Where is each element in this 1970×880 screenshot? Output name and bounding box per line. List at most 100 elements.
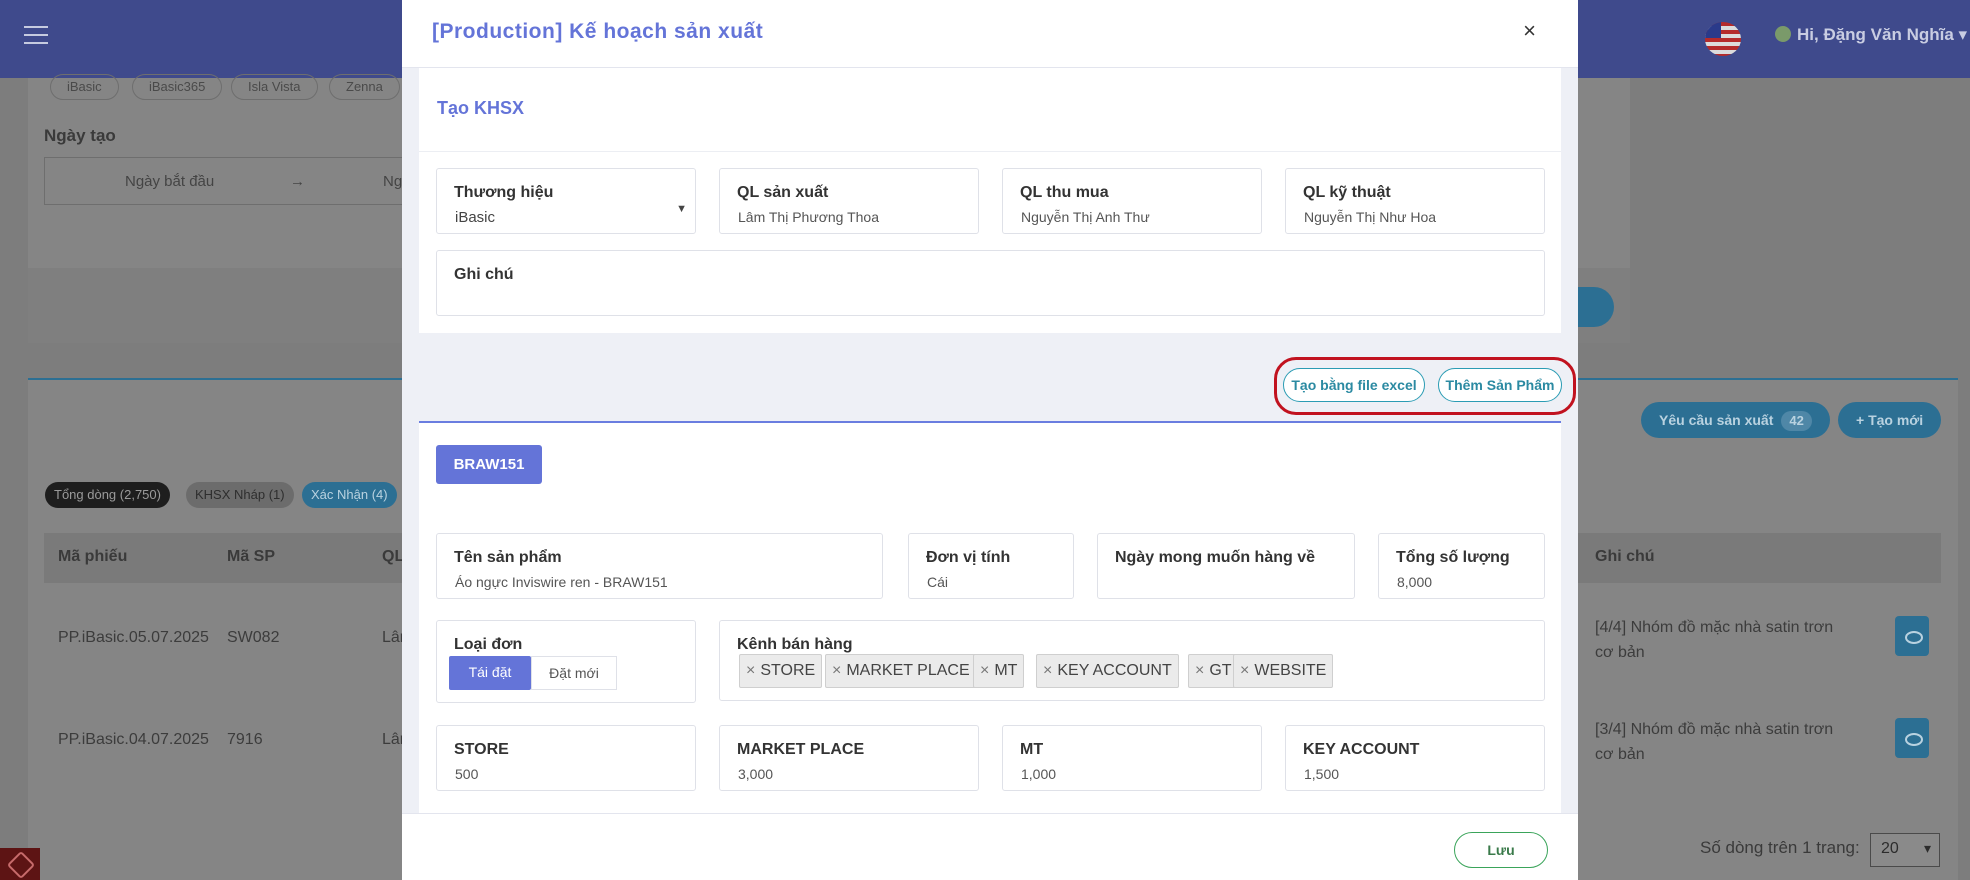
status-tab-confirmed[interactable]: Xác Nhận (4) — [302, 482, 397, 508]
date-filter-label: Ngày tạo — [44, 126, 116, 145]
quantity-mt-field[interactable]: MT 1,000 — [1002, 725, 1262, 791]
channel-tag-label: GT — [1209, 662, 1232, 679]
purchasing-manager-value: Nguyễn Thị Anh Thư — [1021, 209, 1150, 225]
total-quantity-label: Tổng số lượng — [1396, 549, 1510, 566]
cell-code[interactable]: PP.iBasic.04.07.2025 — [58, 731, 209, 749]
channel-tag-label: WEBSITE — [1254, 662, 1327, 679]
remove-tag-icon[interactable]: × — [744, 662, 755, 679]
caret-down-icon: ▼ — [676, 203, 687, 215]
production-request-label: Yêu cầu sản xuất — [1659, 412, 1774, 428]
request-count-badge: 42 — [1781, 411, 1812, 431]
channel-tag: × STORE — [739, 654, 823, 688]
section-title: Tạo KHSX — [437, 98, 525, 118]
eye-icon[interactable] — [1895, 616, 1929, 656]
brand-chip[interactable]: iBasic — [50, 74, 119, 100]
purchasing-manager-field[interactable]: QL thu mua Nguyễn Thị Anh Thư — [1002, 168, 1262, 234]
cell-sku: SW082 — [227, 629, 280, 646]
technical-manager-field[interactable]: QL kỹ thuật Nguyễn Thị Như Hoa — [1285, 168, 1545, 234]
quantity-store-label: STORE — [454, 741, 509, 758]
channel-tag: × KEY ACCOUNT — [1036, 654, 1179, 688]
production-manager-value: Lâm Thị Phương Thoa — [738, 209, 880, 225]
channel-tag: × MT — [973, 654, 1025, 688]
rows-per-page-label: Số dòng trên 1 trang: — [1700, 838, 1860, 857]
note-field[interactable]: Ghi chú — [436, 250, 1545, 316]
production-request-button[interactable]: Yêu cầu sản xuất 42 — [1641, 402, 1830, 438]
production-manager-label: QL sản xuất — [737, 184, 829, 201]
desired-date-label: Ngày mong muốn hàng về — [1115, 549, 1316, 566]
quantity-marketplace-label: MARKET PLACE — [737, 741, 865, 758]
product-name-field[interactable]: Tên sản phẩm Áo ngực Inviswire ren - BRA… — [436, 533, 883, 599]
cell-note: [3/4] Nhóm đồ mặc nhà satin trơn cơ bản — [1595, 721, 1834, 763]
unit-value: Cái — [927, 574, 949, 590]
user-greeting[interactable]: Hi, Đặng Văn Nghĩa ▾ — [1775, 25, 1967, 45]
menu-icon[interactable] — [24, 26, 48, 46]
arrow-right-icon: → — [290, 173, 305, 190]
col-header-sku: Mã SP — [227, 548, 276, 565]
brand-label: Thương hiệu — [454, 184, 554, 201]
production-manager-field[interactable]: QL sản xuất Lâm Thị Phương Thoa — [719, 168, 979, 234]
quantity-key-account-field[interactable]: KEY ACCOUNT 1,500 — [1285, 725, 1545, 791]
brand-chip[interactable]: Zenna — [329, 74, 400, 100]
desired-date-field[interactable]: Ngày mong muốn hàng về — [1097, 533, 1355, 599]
quantity-mt-value: 1,000 — [1021, 766, 1057, 782]
product-name-label: Tên sản phẩm — [454, 549, 562, 566]
channel-tag: × MARKET PLACE — [825, 654, 977, 688]
brand-chip[interactable]: Isla Vista — [231, 74, 318, 100]
brand-select[interactable]: Thương hiệu iBasic ▼ — [436, 168, 696, 234]
date-end-placeholder: Ng — [383, 173, 403, 190]
order-type-reorder-option[interactable]: Tái đặt — [449, 656, 531, 690]
order-type-field: Loại đơn Tái đặt Đặt mới — [436, 620, 696, 703]
purchasing-manager-label: QL thu mua — [1020, 184, 1109, 201]
product-card: BRAW151 Tên sản phẩm Áo ngực Inviswire r… — [419, 421, 1561, 821]
modal-title: [Production] Kế hoạch sản xuất — [432, 20, 764, 43]
quantity-mt-label: MT — [1020, 741, 1044, 758]
remove-tag-icon[interactable]: × — [830, 662, 841, 679]
col-header-note: Ghi chú — [1595, 548, 1655, 565]
channel-tag-label: KEY ACCOUNT — [1057, 662, 1172, 679]
brand-value: iBasic — [455, 209, 496, 226]
cell-code[interactable]: PP.iBasic.05.07.2025 — [58, 629, 209, 647]
quantity-store-field[interactable]: STORE 500 — [436, 725, 696, 791]
status-tab-total[interactable]: Tổng dòng (2,750) — [45, 482, 170, 508]
save-button[interactable]: Lưu — [1454, 832, 1548, 868]
total-quantity-field[interactable]: Tổng số lượng 8,000 — [1378, 533, 1545, 599]
order-type-new-option[interactable]: Đặt mới — [531, 656, 617, 690]
sales-channel-label: Kênh bán hàng — [737, 636, 853, 653]
close-icon[interactable]: × — [1523, 18, 1536, 44]
technical-manager-label: QL kỹ thuật — [1303, 184, 1391, 201]
remove-tag-icon[interactable]: × — [1193, 662, 1204, 679]
rows-per-page-select[interactable]: 20 — [1870, 833, 1940, 867]
total-quantity-value: 8,000 — [1397, 574, 1433, 590]
create-plan-card: Tạo KHSX Thương hiệu iBasic ▼ QL sản xuấ… — [419, 68, 1561, 333]
col-header-manager: QL — [382, 548, 405, 565]
add-product-button[interactable]: Thêm Sản Phẩm — [1438, 368, 1562, 402]
channel-tag-label: MARKET PLACE — [846, 662, 970, 679]
product-code-badge: BRAW151 — [436, 445, 542, 484]
create-new-button[interactable]: + Tạo mới — [1838, 402, 1942, 438]
quantity-key-account-value: 1,500 — [1304, 766, 1340, 782]
sales-channel-field[interactable]: Kênh bán hàng × STORE × MARKET PLACE × MT ×… — [719, 620, 1545, 701]
technical-manager-value: Nguyễn Thị Như Hoa — [1304, 209, 1437, 225]
create-from-excel-button[interactable]: Tạo bằng file excel — [1283, 368, 1425, 402]
unit-field[interactable]: Đơn vị tính Cái — [908, 533, 1074, 599]
cell-sku: 7916 — [227, 731, 263, 748]
production-plan-modal: [Production] Kế hoạch sản xuất × Tạo KHS… — [402, 0, 1578, 880]
user-greeting-text: Hi, Đặng Văn Nghĩa — [1797, 25, 1954, 44]
us-flag-icon[interactable] — [1705, 22, 1741, 56]
remove-tag-icon[interactable]: × — [1238, 662, 1249, 679]
brand-chip[interactable]: iBasic365 — [132, 74, 223, 100]
remove-tag-icon[interactable]: × — [978, 662, 989, 679]
channel-tag: × GT — [1188, 654, 1239, 688]
order-type-label: Loại đơn — [454, 636, 523, 653]
eye-icon[interactable] — [1895, 718, 1929, 758]
divider — [419, 151, 1561, 152]
cell-note: [4/4] Nhóm đồ mặc nhà satin trơn cơ bản — [1595, 619, 1834, 661]
date-range-input[interactable]: Ngày bắt đầu → Ng — [44, 157, 404, 205]
unit-label: Đơn vị tính — [926, 549, 1011, 566]
channel-tag: × WEBSITE — [1233, 654, 1334, 688]
laravel-logo-icon[interactable] — [0, 848, 40, 880]
status-tab-draft[interactable]: KHSX Nháp (1) — [186, 482, 294, 508]
modal-header: [Production] Kế hoạch sản xuất × — [402, 0, 1578, 68]
remove-tag-icon[interactable]: × — [1041, 662, 1052, 679]
quantity-marketplace-field[interactable]: MARKET PLACE 3,000 — [719, 725, 979, 791]
